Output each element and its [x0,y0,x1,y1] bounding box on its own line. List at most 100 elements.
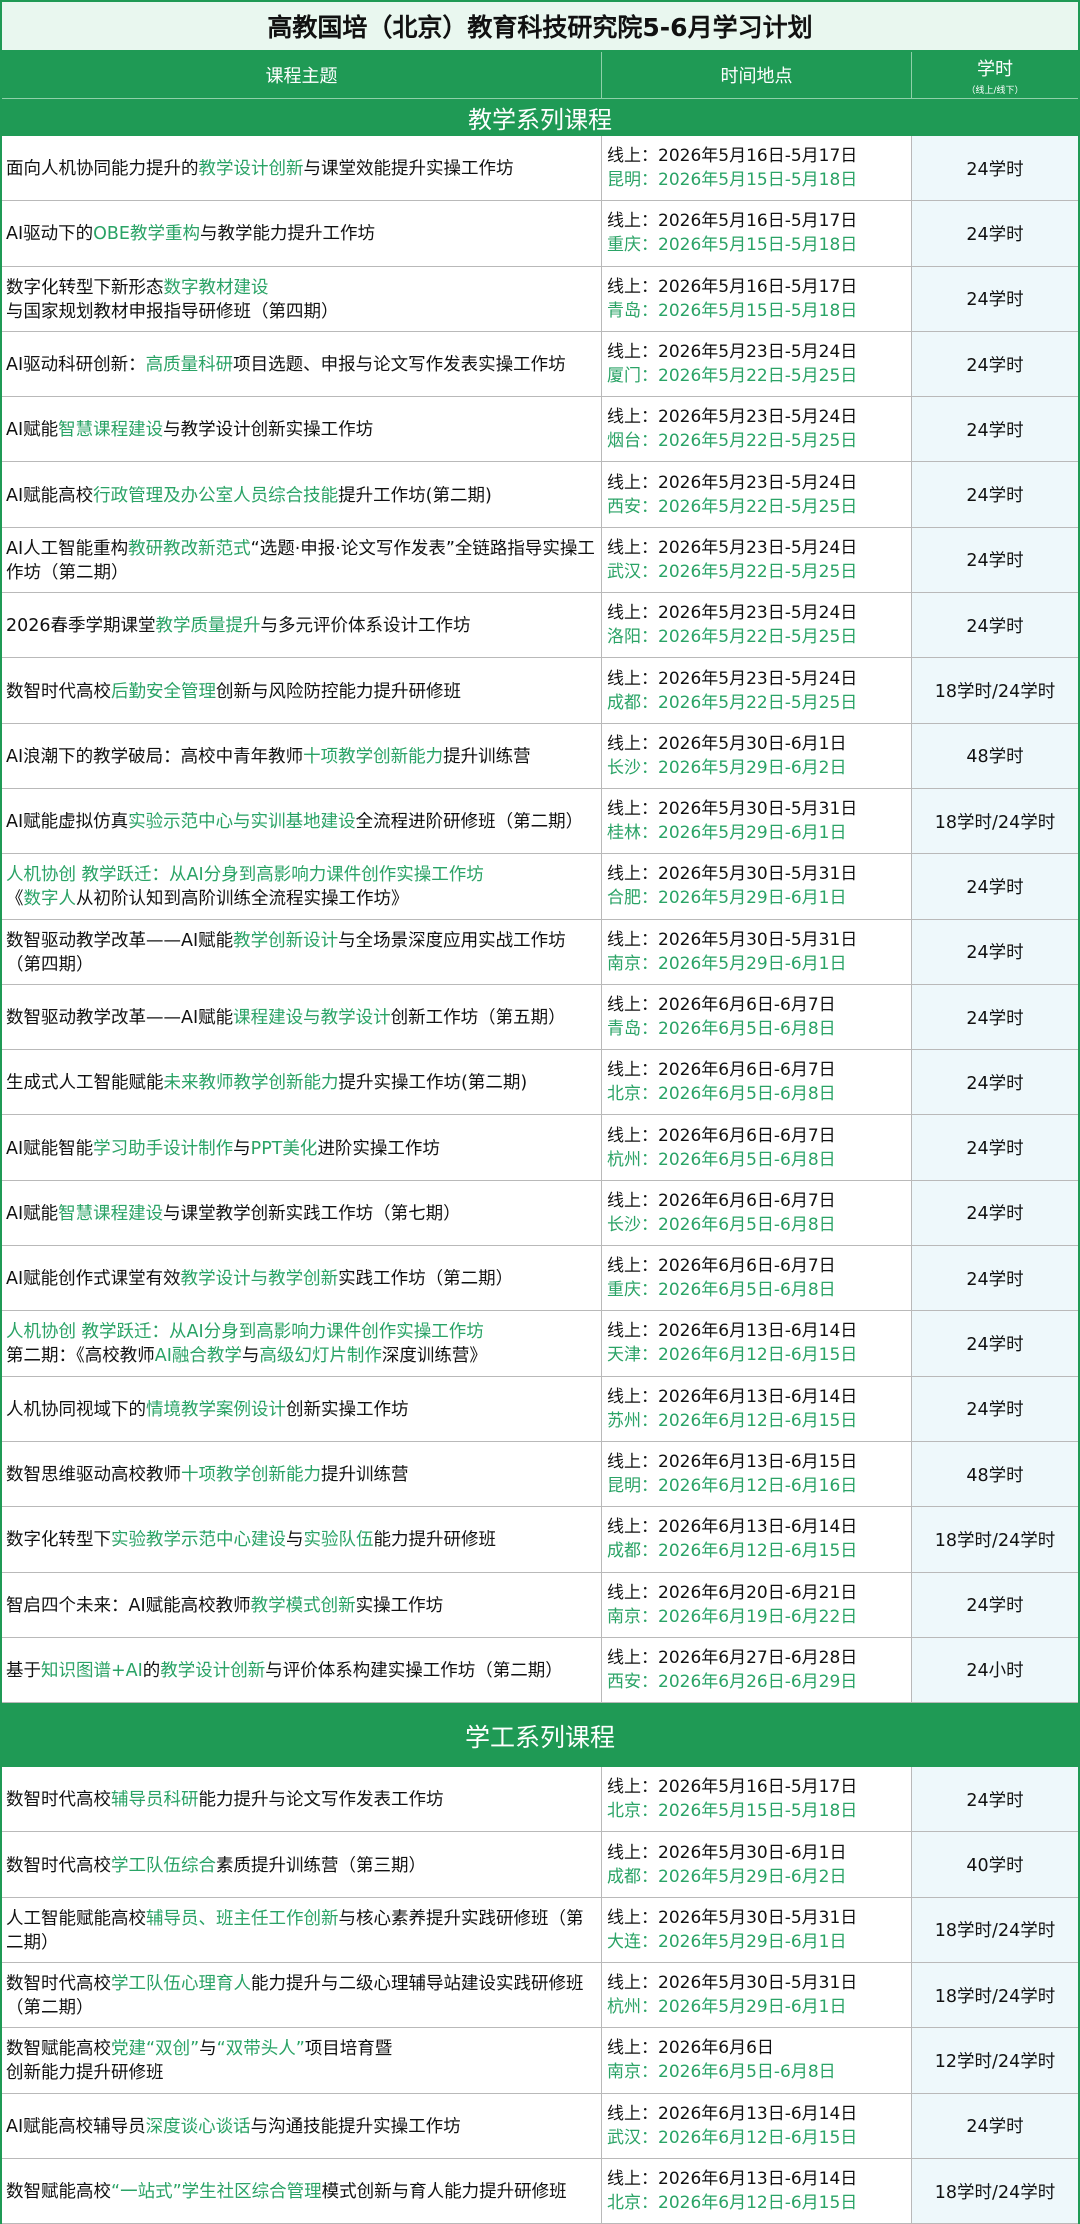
online-date: 线上：2026年6月13日-6月15日 [607,1452,858,1473]
topic-segment: 项目培育暨 [304,2039,393,2060]
course-topic-text: 数智时代高校后勤安全管理创新与风险防控能力提升研修班 [6,680,461,704]
topic-segment: 与 [241,1346,260,1367]
online-date: 线上：2026年5月16日-5月17日 [607,211,858,232]
offline-date: 西安：2026年5月22日-5月25日 [607,496,858,517]
topic-highlight: 实验教学示范中心建设 [111,1530,286,1551]
course-topic-text: AI驱动科研创新：高质量科研项目选题、申报与论文写作发表实操工作坊 [6,353,566,377]
offline-date: 苏州：2026年6月12日-6月15日 [607,1410,858,1431]
online-date: 线上：2026年5月23日-5月24日 [607,472,858,493]
course-hours: 24学时 [912,854,1078,920]
offline-date: 南京：2026年6月19日-6月22日 [607,1606,858,1627]
header-time: 时间地点 [602,52,912,98]
course-topic: AI驱动科研创新：高质量科研项目选题、申报与论文写作发表实操工作坊 [2,331,602,398]
course-time-location: 线上：2026年5月23日-5月24日 烟台：2026年5月22日-5月25日 [602,397,912,463]
topic-highlight: 深度谈心谈话 [145,2116,251,2137]
course-topic: AI赋能高校行政管理及办公室人员综合技能提升工作坊(第二期) [2,462,602,528]
topic-segment: 数字化转型下 [6,1530,111,1551]
topic-highlight: 行政管理及办公室人员综合技能 [93,485,339,506]
course-topic-text: 数字化转型下实验教学示范中心建设与实验队伍能力提升研修班 [6,1528,496,1552]
course-topic-text: 数智驱动教学改革——AI赋能课程建设与教学设计创新工作坊（第五期） [6,1006,566,1030]
topic-highlight: “双带头人” [216,2039,305,2060]
topic-segment: AI赋能虚拟仿真 [6,812,129,833]
course-topic-text: 人工智能赋能高校辅导员、班主任工作创新与核心素养提升实践研修班（第二期） [6,1907,597,1955]
header-topic: 课程主题 [2,52,602,98]
course-hours: 24学时 [912,397,1078,463]
offline-date: 桂林：2026年5月29日-6月1日 [607,823,847,844]
course-time-location: 线上：2026年6月13日-6月15日 昆明：2026年6月12日-6月16日 [602,1441,912,1508]
course-hours: 48学时 [912,1441,1078,1508]
topic-segment: 深度训练营》 [381,1346,487,1367]
course-hours: 12学时/24学时 [912,2028,1078,2094]
topic-highlight: PPT美化 [250,1138,318,1159]
course-topic-text: AI赋能高校辅导员深度谈心谈话与沟通技能提升实操工作坊 [6,2115,461,2139]
course-hours: 18学时/24学时 [912,2158,1078,2224]
offline-date: 长沙：2026年5月29日-6月2日 [607,757,847,778]
topic-highlight: 智慧课程建设 [58,420,164,441]
course-hours: 24学时 [912,984,1078,1051]
topic-highlight: 辅导员、班主任工作创新 [146,1908,339,1929]
topic-highlight: 实验队伍 [303,1530,374,1551]
topic-segment: 数智时代高校 [6,1974,111,1995]
topic-segment: 生成式人工智能赋能 [6,1073,164,1094]
course-topic-text: AI驱动下的OBE教学重构与教学能力提升工作坊 [6,222,375,246]
topic-segment: 模式创新与育人能力提升研修班 [321,2182,567,2203]
topic-segment: 能力提升与论文写作发表工作坊 [198,1790,444,1811]
course-topic: 数智驱动教学改革——AI赋能教学创新设计与全场景深度应用实战工作坊（第四期） [2,919,602,985]
online-date: 线上：2026年5月30日-5月31日 [607,1973,858,1994]
topic-segment: 项目选题、申报与论文写作发表实操工作坊 [233,355,566,376]
topic-highlight: AI融合教学 [154,1346,242,1367]
topic-highlight: 教学设计创新 [198,159,304,180]
course-time-location: 线上：2026年6月27日-6月28日 西安：2026年6月26日-6月29日 [602,1637,912,1704]
course-hours: 40学时 [912,1832,1078,1898]
course-topic: 面向人机协同能力提升的教学设计创新与课堂效能提升实操工作坊 [2,136,602,202]
course-topic: 数智时代高校辅导员科研能力提升与论文写作发表工作坊 [2,1767,602,1833]
online-date: 线上：2026年6月13日-6月14日 [607,1517,858,1538]
course-topic-text: 人机协同视域下的情境教学案例设计创新实操工作坊 [6,1398,409,1422]
topic-segment: 数智赋能高校 [6,2039,111,2060]
topic-segment: 基于 [6,1660,41,1681]
course-hours: 24学时 [912,919,1078,985]
offline-date: 青岛：2026年6月5日-6月8日 [607,1019,836,1039]
topic-highlight: 高级幻灯片制作 [259,1346,382,1367]
course-hours: 24学时 [912,1572,1078,1638]
offline-date: 南京：2026年6月5日-6月8日 [607,2062,836,2083]
course-topic-text: AI赋能智慧课程建设与课堂教学创新实践工作坊（第七期） [6,1202,461,1226]
section-title: 教学系列课程 [2,98,1078,136]
course-time-location: 线上：2026年6月6日 南京：2026年6月5日-6月8日 [602,2028,912,2094]
course-topic: 数智时代高校后勤安全管理创新与风险防控能力提升研修班 [2,658,602,724]
topic-highlight: 教学创新设计 [233,930,339,951]
course-time-location: 线上：2026年5月30日-5月31日 合肥：2026年5月29日-6月1日 [602,854,912,920]
offline-date: 杭州：2026年5月29日-6月1日 [607,1997,847,2018]
online-date: 线上：2026年5月30日-6月1日 [607,733,847,754]
online-date: 线上：2026年5月23日-5月24日 [607,668,858,689]
course-hours: 24学时 [912,136,1078,202]
online-date: 线上：2026年5月30日-5月31日 [607,864,858,885]
course-topic: 智启四个未来：AI赋能高校教师教学模式创新实操工作坊 [2,1572,602,1638]
course-topic-text: 智启四个未来：AI赋能高校教师教学模式创新实操工作坊 [6,1594,443,1618]
course-time-location: 线上：2026年6月13日-6月14日 天津：2026年6月12日-6月15日 [602,1311,912,1377]
offline-date: 成都：2026年5月22日-5月25日 [607,692,858,713]
course-topic-text: 基于知识图谱+AI的教学设计创新与评价体系构建实操工作坊（第二期） [6,1659,563,1683]
online-date: 线上：2026年6月13日-6月14日 [607,1386,858,1407]
course-topic-text: 数智驱动教学改革——AI赋能教学创新设计与全场景深度应用实战工作坊（第四期） [6,929,597,977]
course-time-location: 线上：2026年6月6日-6月7日 重庆：2026年6月5日-6月8日 [602,1246,912,1312]
course-topic: 基于知识图谱+AI的教学设计创新与评价体系构建实操工作坊（第二期） [2,1637,602,1704]
course-hours: 24学时 [912,1376,1078,1442]
topic-segment: 与 [199,2039,217,2060]
topic-highlight: 未来教师教学创新能力 [163,1073,339,1094]
topic-highlight: 情境教学案例设计 [146,1399,286,1420]
offline-date: 昆明：2026年6月12日-6月16日 [607,1476,858,1497]
online-date: 线上：2026年6月13日-6月14日 [607,1321,858,1342]
course-topic-text: 面向人机协同能力提升的教学设计创新与课堂效能提升实操工作坊 [6,157,514,181]
offline-date: 成都：2026年5月29日-6月2日 [607,1866,847,1887]
topic-segment: 与教学设计创新实操工作坊 [163,420,374,441]
online-date: 线上：2026年5月30日-5月31日 [607,799,858,820]
course-hours: 18学时/24学时 [912,658,1078,724]
topic-segment: 数智时代高校 [6,1855,111,1876]
offline-date: 北京：2026年6月12日-6月15日 [607,2193,858,2214]
topic-segment: 创新与风险防控能力提升研修班 [216,681,461,702]
course-time-location: 线上：2026年5月30日-5月31日 桂林：2026年5月29日-6月1日 [602,788,912,855]
course-topic: 2026春季学期课堂教学质量提升与多元评价体系设计工作坊 [2,593,602,659]
course-time-location: 线上：2026年5月23日-5月24日 西安：2026年5月22日-5月25日 [602,462,912,528]
course-topic-text: 数智时代高校辅导员科研能力提升与论文写作发表工作坊 [6,1788,444,1812]
